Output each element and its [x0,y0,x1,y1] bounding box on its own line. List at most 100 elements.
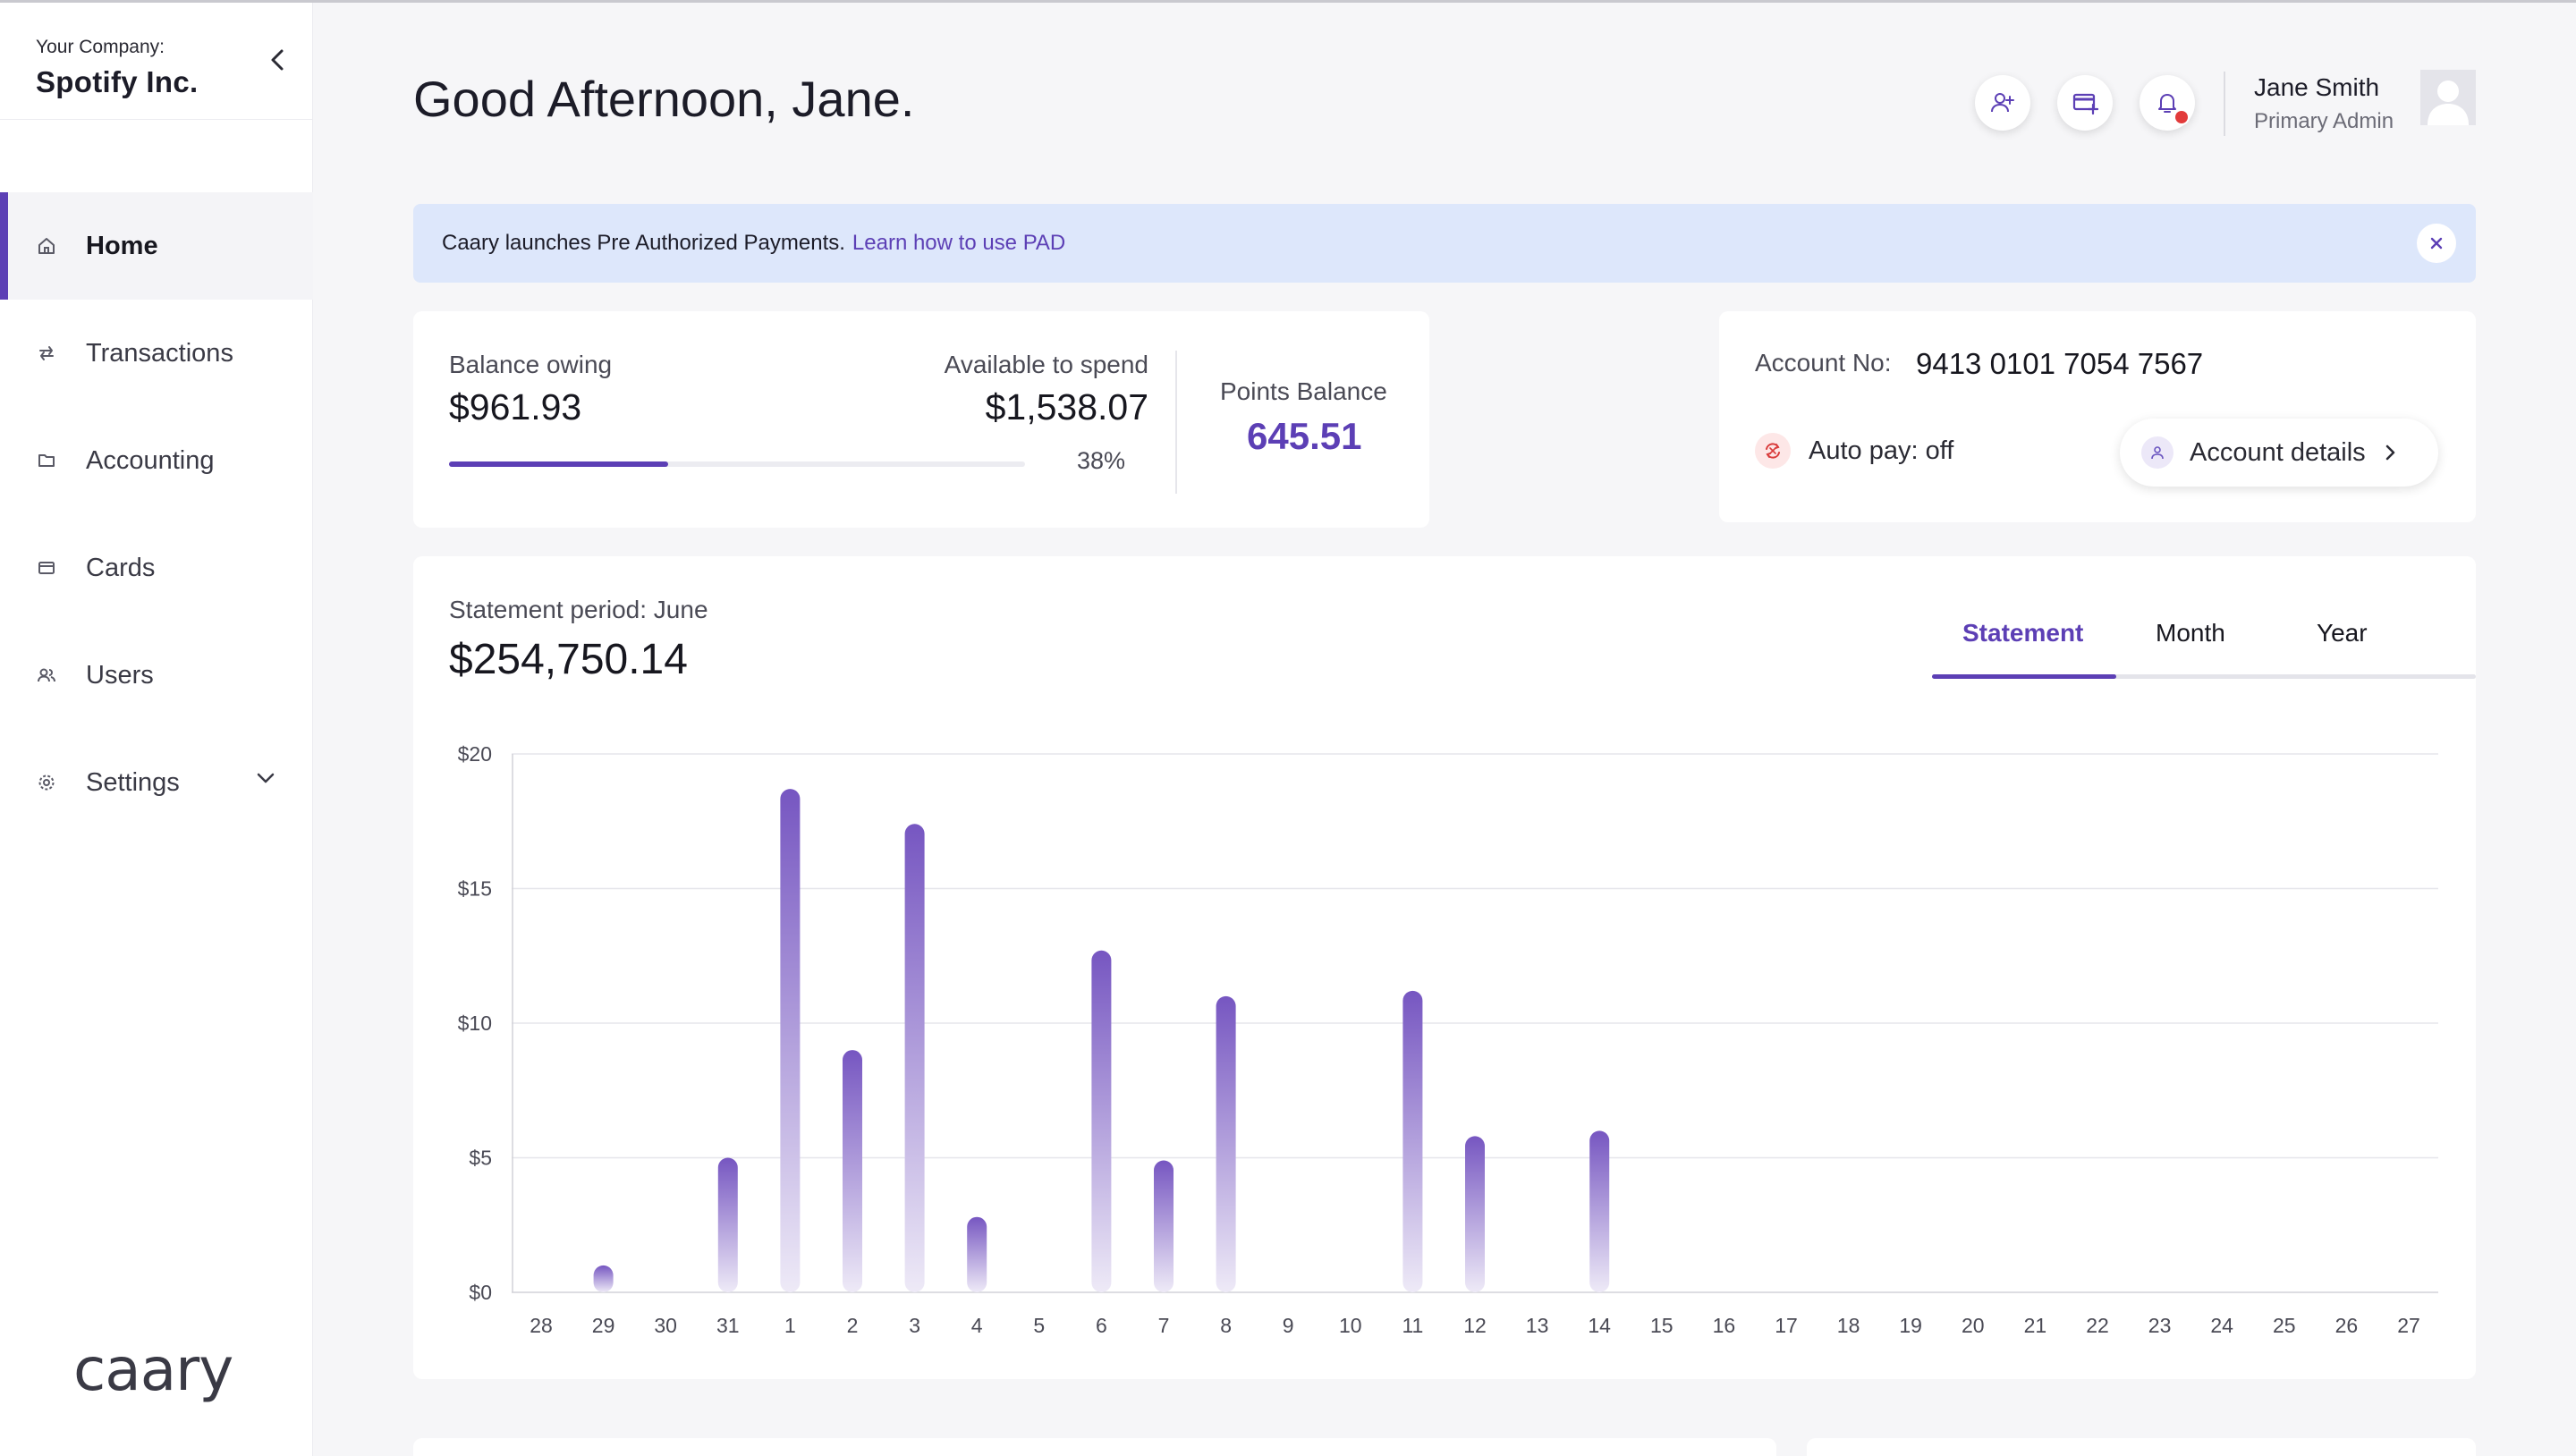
company-name: Spotify Inc. [36,65,199,98]
card-divider [1175,351,1177,494]
chart-bar[interactable] [717,1157,738,1293]
bottom-card-right [1807,1438,2476,1456]
chart-bar[interactable] [780,789,801,1292]
x-tick-label: 18 [1837,1314,1860,1337]
chevron-right-icon [2385,444,2394,461]
avatar-placeholder-icon [2420,70,2476,125]
balance-owing-value: $961.93 [449,386,582,427]
statement-bar-chart: $0$5$10$15$20 28 29 30 31 1 2 3 4 5 6 7 8 9 10 11 12 13 1… [458,742,2438,1337]
add-user-button[interactable] [1975,75,2030,131]
x-tick-label: 31 [716,1314,740,1337]
x-tick-label: 16 [1713,1314,1736,1337]
chart-bar[interactable] [843,1050,862,1292]
header-divider [2224,72,2225,136]
banner-close-button[interactable] [2417,224,2456,263]
sidebar-item-cards[interactable]: Cards [0,514,313,622]
x-tick-label: 24 [2210,1314,2233,1337]
sidebar-item-label: Transactions [86,338,233,368]
add-card-button[interactable] [2057,75,2113,131]
chart-x-axis: 28 29 30 31 1 2 3 4 5 6 7 8 9 10 11 12 13 14 15 16 17 18 19 20 2… [530,1314,2420,1337]
sidebar-item-transactions[interactable]: Transactions [0,300,313,407]
company-label: Your Company: [36,37,165,57]
sidebar-item-label: Cards [86,553,156,582]
banner-text: Caary launches Pre Authorized Payments. [442,231,845,255]
chart-bar[interactable] [593,1265,614,1292]
chart-y-axis: $0 $5 $10 $15 $20 [458,742,492,1304]
x-tick-label: 28 [530,1314,553,1337]
chart-bar[interactable] [904,824,925,1292]
banner-link[interactable]: Learn how to use PAD [852,231,1065,256]
account-card: Account No: 9413 0101 7054 7567 Auto pay… [1719,311,2476,522]
y-tick-label: $15 [458,877,492,901]
sidebar-item-label: Users [86,660,154,690]
user-icon [2141,436,2174,469]
x-tick-label: 14 [1588,1314,1611,1337]
x-tick-label: 27 [2397,1314,2420,1337]
users-icon [36,665,57,686]
notification-badge [2174,109,2190,125]
chart-bar[interactable] [1154,1160,1174,1292]
sidebar-item-label: Home [86,231,158,260]
x-tick-label: 15 [1650,1314,1674,1337]
collapse-sidebar-button[interactable] [259,42,295,78]
x-tick-label: 5 [1033,1314,1045,1337]
sidebar-item-accounting[interactable]: Accounting [0,407,313,514]
y-tick-label: $10 [458,1012,492,1035]
sidebar-item-label: Settings [86,767,180,797]
sidebar-item-settings[interactable]: Settings [0,729,313,836]
x-tick-label: 21 [2024,1314,2047,1337]
x-tick-label: 4 [971,1314,983,1337]
account-details-button[interactable]: Account details [2120,419,2438,487]
sidebar-divider [0,119,313,120]
avatar[interactable] [2420,70,2476,125]
spend-percent: 38% [1077,447,1126,474]
chart-bar[interactable] [1216,995,1236,1292]
folder-icon [36,450,57,471]
add-user-icon [1991,93,2014,113]
add-card-icon [2072,93,2098,115]
x-tick-label: 8 [1220,1314,1232,1337]
x-tick-label: 1 [784,1314,796,1337]
available-label: Available to spend [944,351,1148,378]
x-tick-label: 9 [1283,1314,1294,1337]
card-icon [36,557,57,579]
points-label: Points Balance [1220,377,1387,405]
x-tick-label: 7 [1158,1314,1170,1337]
x-tick-label: 29 [592,1314,615,1337]
account-number-label: Account No: [1755,349,1892,377]
x-tick-label: 17 [1775,1314,1798,1337]
chart-bar[interactable] [1091,950,1112,1292]
chart-bar[interactable] [1402,990,1423,1292]
announcement-banner: Caary launches Pre Authorized Payments. … [413,204,2476,283]
autopay-off-icon [1755,433,1791,469]
chart-bars [593,789,1610,1293]
account-number: 9413 0101 7054 7567 [1916,347,2204,380]
x-tick-label: 6 [1096,1314,1107,1337]
chevron-down-icon [257,773,275,783]
x-tick-label: 20 [1962,1314,1985,1337]
x-tick-label: 22 [2086,1314,2109,1337]
sidebar-item-label: Accounting [86,445,215,475]
user-name: Jane Smith [2254,73,2380,101]
account-details-label: Account details [2190,437,2366,467]
y-tick-label: $20 [458,742,492,766]
x-tick-label: 3 [909,1314,920,1337]
balance-card: Balance owing $961.93 Available to spend… [413,311,1429,528]
sidebar-item-home[interactable]: Home [0,192,313,300]
company-block: Your Company: Spotify Inc. [36,37,198,99]
chart-bar[interactable] [967,1216,987,1292]
points-value: 645.51 [1247,415,1362,457]
spend-progress-bar [449,461,1025,467]
sidebar-item-users[interactable]: Users [0,622,313,729]
notifications-button[interactable] [2140,75,2195,131]
x-tick-label: 12 [1463,1314,1487,1337]
close-icon [2430,237,2443,250]
x-tick-label: 2 [847,1314,859,1337]
chart-bar[interactable] [1465,1136,1485,1292]
available-value: $1,538.07 [985,386,1148,427]
sidebar: Your Company: Spotify Inc. Home Transact… [0,3,313,1456]
chart-bar[interactable] [1589,1130,1610,1292]
y-tick-label: $0 [469,1281,492,1304]
page-title: Good Afternoon, Jane. [413,71,915,127]
home-icon [36,235,57,257]
